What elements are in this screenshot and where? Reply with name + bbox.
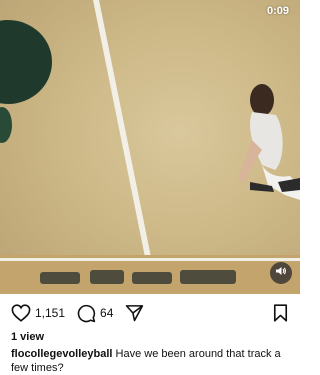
video-time-remaining: 0:09 [266, 5, 289, 17]
action-bar: 1,151 64 [0, 302, 300, 324]
mute-button[interactable] [270, 262, 292, 284]
comment-bubble-icon [77, 304, 96, 323]
comments-count[interactable]: 64 [100, 306, 113, 320]
caption-username[interactable]: flocollegevolleyball [11, 348, 112, 360]
paper-plane-icon [125, 304, 144, 322]
like-button[interactable]: 1,151 [11, 304, 65, 322]
view-count: 1 view [11, 331, 45, 343]
bookmark-icon [273, 304, 288, 326]
comment-button[interactable]: 64 [77, 304, 113, 323]
heart-icon [11, 304, 31, 322]
instagram-post: 0:09 1,151 64 1 view flocollegevolleybal… [0, 0, 300, 375]
video-frame [0, 0, 300, 294]
video-player[interactable]: 0:09 [0, 0, 300, 294]
likes-count[interactable]: 1,151 [35, 306, 65, 320]
save-button[interactable] [273, 304, 288, 327]
share-button[interactable] [125, 304, 144, 322]
post-caption: flocollegevolleyball Have we been around… [11, 347, 293, 375]
speaker-icon [275, 264, 287, 282]
player-figure [238, 84, 300, 200]
